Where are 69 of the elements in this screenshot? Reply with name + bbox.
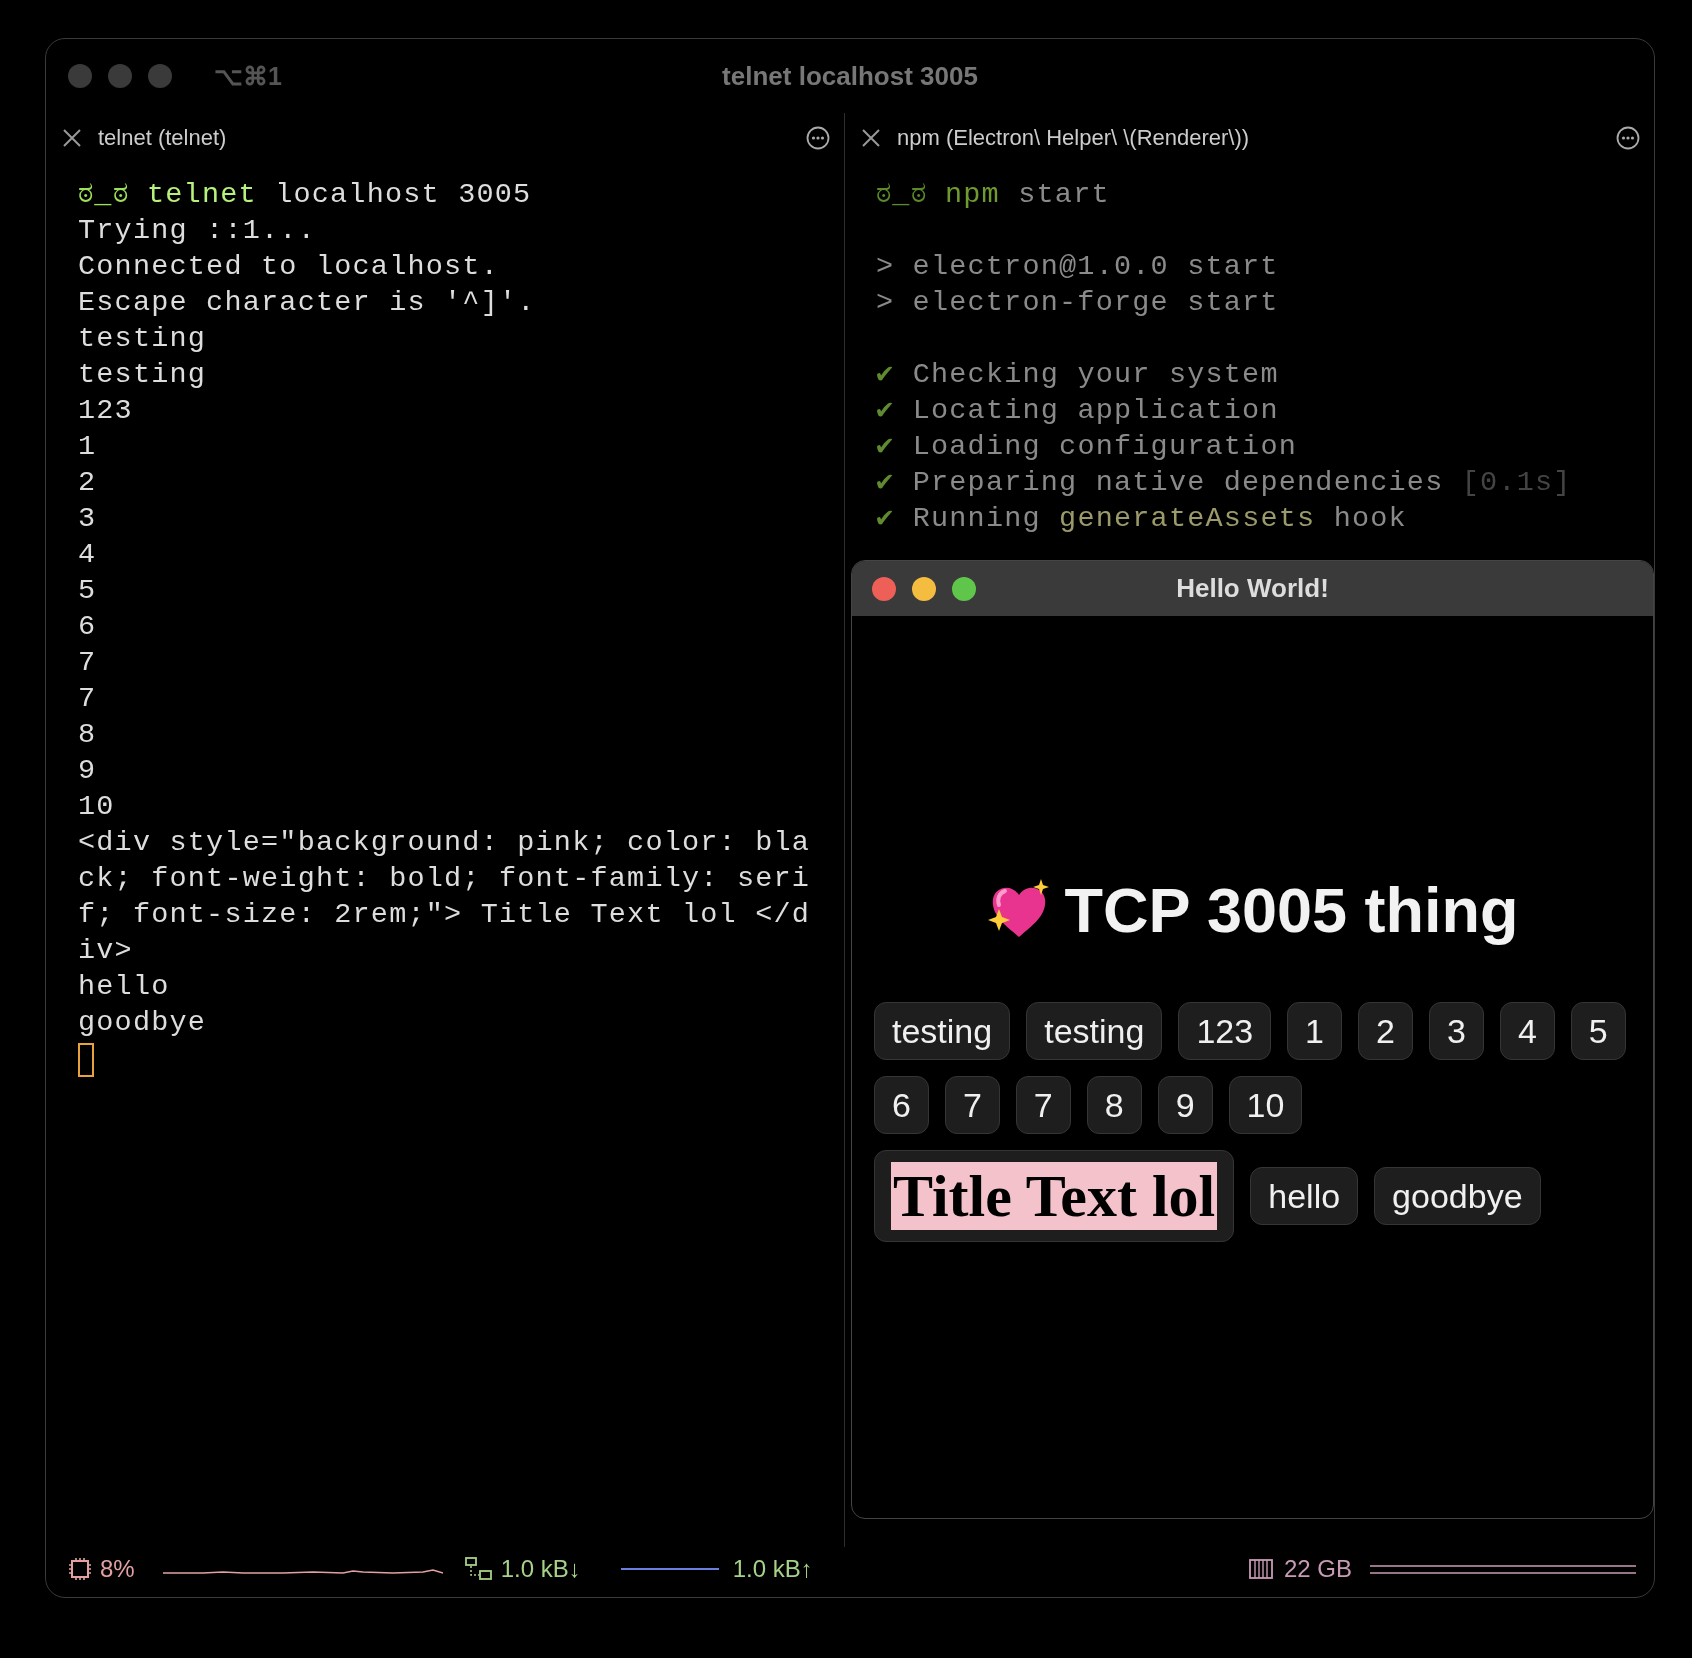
message-chip: hello: [1250, 1167, 1359, 1225]
styled-title: Title Text lol: [891, 1162, 1218, 1230]
window-title: Hello World!: [1176, 573, 1329, 604]
terminal-line: 4: [78, 537, 98, 573]
window-title: telnet localhost 3005: [722, 60, 978, 92]
upload-rate: 1.0 kB↑: [732, 1555, 813, 1583]
message-chip: 9: [1157, 1076, 1213, 1134]
close-button[interactable]: [872, 576, 896, 601]
terminal-line: testing: [78, 321, 208, 357]
terminal-line: ಠ_ಠ telnet localhost 3005: [78, 177, 533, 213]
close-icon[interactable]: [861, 128, 881, 148]
message-chip: 2: [1358, 1002, 1413, 1060]
close-icon[interactable]: [62, 128, 82, 148]
page-heading: TCP 3005 thing: [1064, 874, 1519, 946]
terminal-line: 1: [78, 429, 98, 465]
memory-icon: [1247, 1558, 1274, 1580]
download-rate: 1.0 kB↓: [500, 1555, 581, 1583]
terminal-line: 10: [78, 789, 116, 825]
terminal-line: ✔ Locating application: [876, 393, 1280, 429]
tab-title[interactable]: npm (Electron\ Helper\ \(Renderer\)): [897, 125, 1600, 151]
terminal-line: goodbye: [78, 1005, 208, 1041]
terminal-line: 3: [78, 501, 98, 537]
terminal-line: <div style="background: pink; color: bla: [78, 825, 812, 861]
terminal-line: hello: [78, 969, 171, 1005]
message-chip: 7: [944, 1076, 1000, 1134]
terminal-line: 6: [78, 609, 98, 645]
terminal-line: ✔ Running generateAssets hook: [876, 501, 1408, 537]
message-chip: testing: [874, 1002, 1011, 1060]
memory-usage: 22 GB: [1283, 1555, 1352, 1583]
more-icon[interactable]: [806, 126, 830, 150]
minimize-button[interactable]: [912, 576, 936, 601]
network-icon: [464, 1557, 493, 1581]
zoom-button[interactable]: [952, 576, 976, 601]
terminal-line: 2: [78, 465, 98, 501]
message-chip: 5: [1570, 1002, 1626, 1060]
terminal-line: 123: [78, 393, 134, 429]
terminal-line: iv>: [78, 933, 134, 969]
message-chip: 10: [1228, 1076, 1303, 1134]
terminal-line: Connected to localhost.: [78, 249, 500, 285]
terminal-line: 7: [78, 681, 98, 717]
terminal-line: 7: [78, 645, 98, 681]
terminal-line: ✔ Checking your system: [876, 357, 1280, 393]
message-chip: 7: [1015, 1076, 1071, 1134]
message-chip: goodbye: [1374, 1167, 1541, 1225]
terminal-line: ✔ Loading configuration: [876, 429, 1299, 465]
message-chip: 8: [1086, 1076, 1142, 1134]
terminal-line: ck; font-weight: bold; font-family: seri: [78, 861, 812, 897]
tab-title[interactable]: telnet (telnet): [98, 125, 790, 151]
terminal-line: Trying ::1...: [78, 213, 317, 249]
terminal-line: f; font-size: 2rem;"> Title Text lol </d: [78, 897, 812, 933]
terminal-line: 5: [78, 573, 98, 609]
message-chip: 1: [1287, 1002, 1343, 1060]
terminal-line: > electron@1.0.0 start: [876, 249, 1280, 285]
terminal-line: 9: [78, 753, 98, 789]
message-chip: testing: [1026, 1002, 1163, 1060]
shortcut-label: ⌥⌘1: [214, 61, 282, 91]
more-icon[interactable]: [1616, 126, 1640, 150]
terminal-line: 8: [78, 717, 98, 753]
message-chip: 6: [874, 1076, 929, 1134]
terminal-line: > electron-forge start: [876, 285, 1280, 321]
terminal-line: Escape character is '^]'.: [78, 285, 537, 321]
terminal-line: ಠ_ಠ npm start: [876, 177, 1111, 213]
terminal-line: ✔ Preparing native dependencies [0.1s]: [876, 465, 1573, 501]
message-chip: 123: [1178, 1002, 1272, 1060]
message-chip: 3: [1428, 1002, 1484, 1060]
cpu-icon: [68, 1557, 92, 1581]
message-chip: 4: [1499, 1002, 1555, 1060]
cpu-usage: 8%: [100, 1555, 135, 1583]
terminal-line: testing: [78, 357, 208, 393]
